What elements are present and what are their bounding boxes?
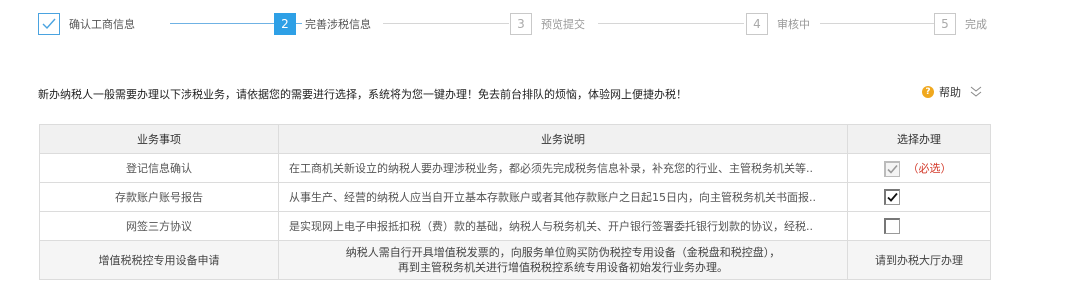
step-5-number: 5 — [934, 13, 956, 35]
row-desc-line-2: 再到主管税务机关进行增值税税控系统专用设备初始发行业务办理。 — [398, 261, 728, 274]
question-icon: ? — [922, 86, 934, 98]
check-icon — [887, 164, 898, 174]
step-5-label: 完成 — [965, 18, 987, 31]
step-1: 确认工商信息 — [38, 12, 135, 36]
row-item: 网签三方协议 — [39, 211, 279, 241]
step-4-label: 审核中 — [777, 18, 810, 31]
step-1-label: 确认工商信息 — [69, 18, 135, 31]
row-item: 登记信息确认 — [39, 153, 279, 183]
row-desc: 在工商机关新设立的纳税人要办理涉税业务，都必须先完成税务信息补录，补充您的行业、… — [278, 153, 848, 183]
double-chevron-down-icon[interactable] — [969, 86, 983, 98]
table-row: 登记信息确认 在工商机关新设立的纳税人要办理涉税业务，都必须先完成税务信息补录，… — [39, 153, 991, 183]
table-header-row: 业务事项 业务说明 选择办理 — [39, 124, 991, 154]
checkbox-registration[interactable] — [884, 160, 900, 177]
step-2-label: 完善涉税信息 — [305, 18, 371, 31]
checkbox-tripartite[interactable] — [884, 218, 900, 234]
step-connector — [598, 23, 744, 24]
step-connector — [820, 23, 934, 24]
row-choice — [847, 211, 991, 241]
table-row: 存款账户账号报告 从事生产、经营的纳税人应当自开立基本存款账户或者其他存款账户之… — [39, 182, 991, 212]
checkbox-box[interactable] — [884, 189, 900, 205]
checkbox-box[interactable] — [884, 160, 900, 177]
required-note: （必选） — [907, 161, 952, 175]
table-row: 网签三方协议 是实现网上电子申报抵扣税（费）款的基础，纳税人与税务机关、开户银行… — [39, 211, 991, 241]
table-row-special: 增值税税控专用设备申请 纳税人需自行开具增值税发票的，向服务单位购买防伪税控专用… — [39, 240, 991, 280]
intro-text: 新办纳税人一般需要办理以下涉税业务，请依据您的需要进行选择，系统将为您一键办理！… — [38, 88, 687, 101]
business-table: 业务事项 业务说明 选择办理 登记信息确认 在工商机关新设立的纳税人要办理涉税业… — [39, 124, 991, 280]
row-action: 请到办税大厅办理 — [847, 240, 991, 280]
progress-stepper: 确认工商信息 2 完善涉税信息 3 预览提交 4 审核中 5 完成 — [38, 12, 998, 36]
row-desc-line-1: 纳税人需自行开具增值税发票的，向服务单位购买防伪税控专用设备（金税盘和税控盘）， — [345, 246, 781, 259]
step-3-number: 3 — [510, 13, 532, 35]
step-1-check-icon — [38, 13, 60, 35]
row-choice: （必选） — [847, 153, 991, 183]
header-choice: 选择办理 — [847, 124, 991, 154]
step-5: 5 完成 — [934, 12, 987, 36]
row-item: 增值税税控专用设备申请 — [39, 240, 279, 280]
help-label: 帮助 — [939, 86, 961, 99]
row-desc: 是实现网上电子申报抵扣税（费）款的基础，纳税人与税务机关、开户银行签署委托银行划… — [278, 211, 848, 241]
step-2: 2 完善涉税信息 — [274, 12, 371, 36]
help-link[interactable]: ? 帮助 — [922, 84, 983, 100]
check-icon — [887, 192, 898, 202]
row-desc: 从事生产、经营的纳税人应当自开立基本存款账户或者其他存款账户之日起15日内，向主… — [278, 182, 848, 212]
step-3-label: 预览提交 — [541, 18, 585, 31]
step-4: 4 审核中 — [746, 12, 810, 36]
step-2-number: 2 — [274, 13, 296, 35]
row-choice — [847, 182, 991, 212]
checkbox-box[interactable] — [884, 218, 900, 234]
row-item: 存款账户账号报告 — [39, 182, 279, 212]
step-connector — [383, 23, 509, 24]
row-desc: 纳税人需自行开具增值税发票的，向服务单位购买防伪税控专用设备（金税盘和税控盘），… — [278, 240, 848, 280]
header-item: 业务事项 — [39, 124, 279, 154]
header-desc: 业务说明 — [278, 124, 848, 154]
step-3: 3 预览提交 — [510, 12, 585, 36]
step-4-number: 4 — [746, 13, 768, 35]
checkbox-bank-account[interactable] — [884, 189, 900, 205]
